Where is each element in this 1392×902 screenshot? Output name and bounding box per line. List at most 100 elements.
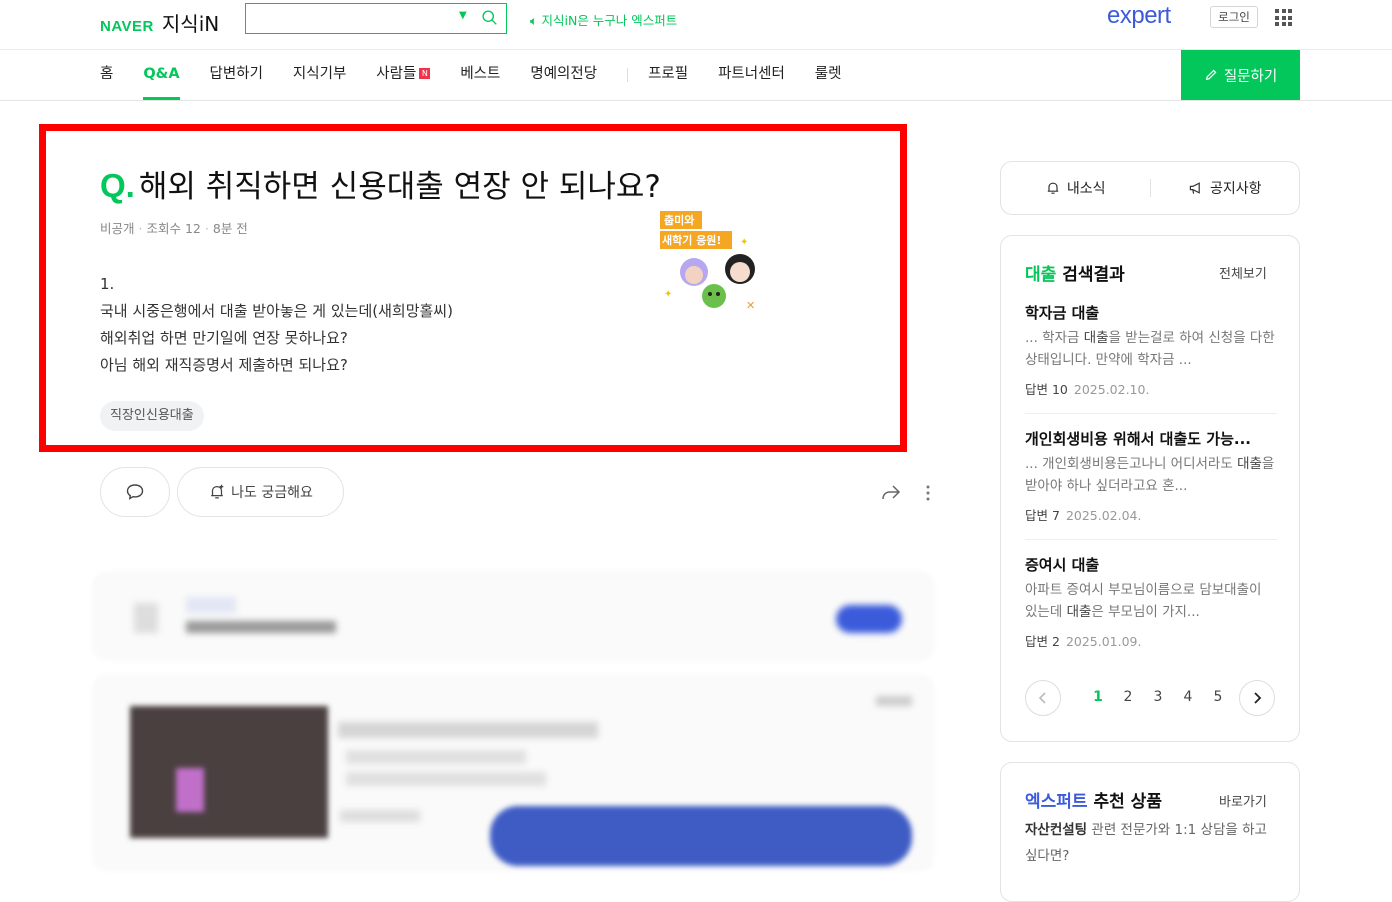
result-title: 증여시 대출 [1025,556,1100,574]
question-body-line: 1. [100,275,115,293]
search-icon[interactable] [481,9,498,26]
question-prefix: Q. [100,167,135,204]
more-options-icon[interactable] [922,484,934,502]
expert-recommend-heading: 추천 상품 [1093,792,1162,812]
share-icon[interactable] [880,482,902,502]
nav-divider [627,68,629,82]
result-item[interactable]: 증여시 대출 아파트 증여시 부모님이름으로 담보대출이 있는데 대출은 부모님… [1025,554,1277,650]
main-nav: 홈 Q&A 답변하기 지식기부 사람들 N 베스트 명예의전당 프로필 파트너센터… [0,50,1392,101]
question-time: 8분 전 [212,221,248,236]
search-box: ▼ [245,3,507,34]
search-dropdown-icon[interactable]: ▼ [459,10,467,21]
svg-text:✕: ✕ [746,299,755,312]
nav-people-label: 사람들 [376,66,417,82]
page-4[interactable]: 4 [1173,689,1203,705]
nav-profile[interactable]: 프로필 [648,50,688,100]
search-input[interactable] [246,4,446,33]
question-meta: 비공개 · 조회수 12 · 8분 전 [100,221,248,236]
speaker-icon: 🔈︎ [530,13,538,28]
chevron-left-icon [1038,692,1046,704]
page-2[interactable]: 2 [1113,689,1143,705]
nav-roulette[interactable]: 룰렛 [815,50,842,100]
expert-recommend-title: 엑스퍼트 추천 상품 [1025,787,1162,812]
naver-logo[interactable]: NAVER [100,18,154,35]
question-title: Q. 해외 취직하면 신용대출 연장 안 되나요? [100,161,661,206]
pagination: 1 2 3 4 5 [1025,680,1277,716]
new-badge: N [419,68,431,79]
nav-hall-of-fame[interactable]: 명예의전당 [530,50,597,100]
question-highlight-box: Q. 해외 취직하면 신용대출 연장 안 되나요? 비공개 · 조회수 12 · 8분 전… [39,124,907,452]
question-body-line: 국내 시중은행에서 대출 받아놓은 게 있는데(새희망홀씨) [100,302,453,320]
divider [1025,539,1277,540]
curious-too-label: 나도 궁금해요 [231,485,313,501]
result-desc: 아파트 증여시 부모님이름으로 담보대출이 있는데 대출은 부모님이 가지... [1025,582,1262,620]
ask-question-label: 질문하기 [1223,68,1278,85]
app-grid-icon[interactable] [1275,9,1292,26]
result-title: 개인회생비용 위해서 대출도 가능... [1025,430,1251,448]
result-item[interactable]: 개인회생비용 위해서 대출도 가능... ... 개인회생비용든고나니 어디서라… [1025,428,1277,524]
comment-button[interactable] [100,467,170,517]
side-quick-links: 내소식 공지사항 [1000,161,1300,215]
page-3[interactable]: 3 [1143,689,1173,705]
expert-recommend-desc[interactable]: 자산컨설팅 관련 전문가와 1:1 상담을 하고 싶다면? [1025,817,1277,869]
ask-question-button[interactable]: 질문하기 [1181,50,1300,100]
bell-plus-icon [211,484,224,499]
expert-recommend-box: 엑스퍼트 추천 상품 바로가기 자산컨설팅 관련 전문가와 1:1 상담을 하고… [1000,762,1300,902]
view-all-link[interactable]: 전체보기 [1219,263,1267,282]
question-body-line: 아님 해외 재직증명서 제출하면 되나요? [100,356,348,374]
search-result-box: 대출 검색결과 전체보기 학자금 대출 ... 학자금 대출을 받는걸로 하여 … [1000,235,1300,742]
my-news-button[interactable]: 내소식 [1001,178,1150,198]
sticker-text-2: 새학기 응원! [662,233,721,247]
result-meta: 답변 7 2025.02.04. [1025,508,1142,523]
page-1[interactable]: 1 [1083,689,1113,705]
nav-partner-center[interactable]: 파트너센터 [718,50,785,100]
nav-people[interactable]: 사람들 N [376,50,431,100]
question-title-text: 해외 취직하면 신용대출 연장 안 되나요? [138,169,661,205]
megaphone-icon [1189,182,1200,194]
login-button[interactable]: 로그인 [1210,6,1258,28]
nav-best[interactable]: 베스트 [460,50,500,100]
bell-icon [1047,182,1059,194]
nav-donate[interactable]: 지식기부 [293,50,346,100]
question-tag[interactable]: 직장인신용대출 [100,401,204,431]
page-5[interactable]: 5 [1203,689,1233,705]
top-bar: NAVER 지식iN ▼ 🔈︎ 지식iN은 누구나 엑스퍼트 expert 로그… [0,0,1392,50]
jisikin-logo[interactable]: 지식iN [162,8,219,37]
cheer-sticker-image: 춥미와 새학기 응원! ✦ ✕ ✦ [660,211,755,312]
question-body-line: 해외취업 하면 만기일에 연장 못하나요? [100,329,348,347]
search-result-title: 대출 검색결과 [1025,260,1125,285]
search-keyword: 대출 [1025,265,1057,285]
naver-jisikin-logo[interactable]: NAVER 지식iN [100,8,219,37]
prev-page-button[interactable] [1025,680,1061,716]
question-views: 조회수 12 [146,221,201,236]
divider [1025,413,1277,414]
promo-text: 지식iN은 누구나 엑스퍼트 [541,13,678,28]
nav-answer[interactable]: 답변하기 [210,50,263,100]
expert-keyword: 엑스퍼트 [1025,792,1088,812]
question-body: 1. 국내 시중은행에서 대출 받아놓은 게 있는데(새희망홀씨) 해외취업 하… [100,271,453,379]
svg-text:✦: ✦ [740,237,748,248]
notice-button[interactable]: 공지사항 [1151,178,1300,198]
next-page-button[interactable] [1239,680,1275,716]
sticker-text-1: 춥미와 [664,213,694,227]
notice-label: 공지사항 [1209,181,1262,197]
result-meta: 답변 2 2025.01.09. [1025,634,1142,649]
search-result-heading: 검색결과 [1062,265,1125,285]
result-meta: 답변 10 2025.02.10. [1025,382,1150,397]
nav-home[interactable]: 홈 [100,50,113,100]
blurred-answer-card [96,575,931,657]
expert-logo[interactable]: expert [1107,2,1171,30]
comment-icon [126,484,144,500]
pencil-icon [1205,69,1217,81]
promo-link[interactable]: 🔈︎ 지식iN은 누구나 엑스퍼트 [530,10,677,29]
nav-qna[interactable]: Q&A [143,50,180,100]
question-author: 비공개 [100,221,135,236]
result-desc: ... 학자금 대출을 받는걸로 하여 신청을 다한 상태입니다. 만약에 학자… [1025,330,1275,368]
my-news-label: 내소식 [1066,181,1106,197]
result-title: 학자금 대출 [1025,304,1100,322]
curious-too-button[interactable]: 나도 궁금해요 [177,467,344,517]
blurred-ad-card [96,678,931,868]
result-desc: ... 개인회생비용든고나니 어디서라도 대출을 받아야 하나 싶더라고요 혼.… [1025,456,1275,494]
result-item[interactable]: 학자금 대출 ... 학자금 대출을 받는걸로 하여 신청을 다한 상태입니다.… [1025,302,1277,398]
expert-go-link[interactable]: 바로가기 [1219,791,1267,810]
